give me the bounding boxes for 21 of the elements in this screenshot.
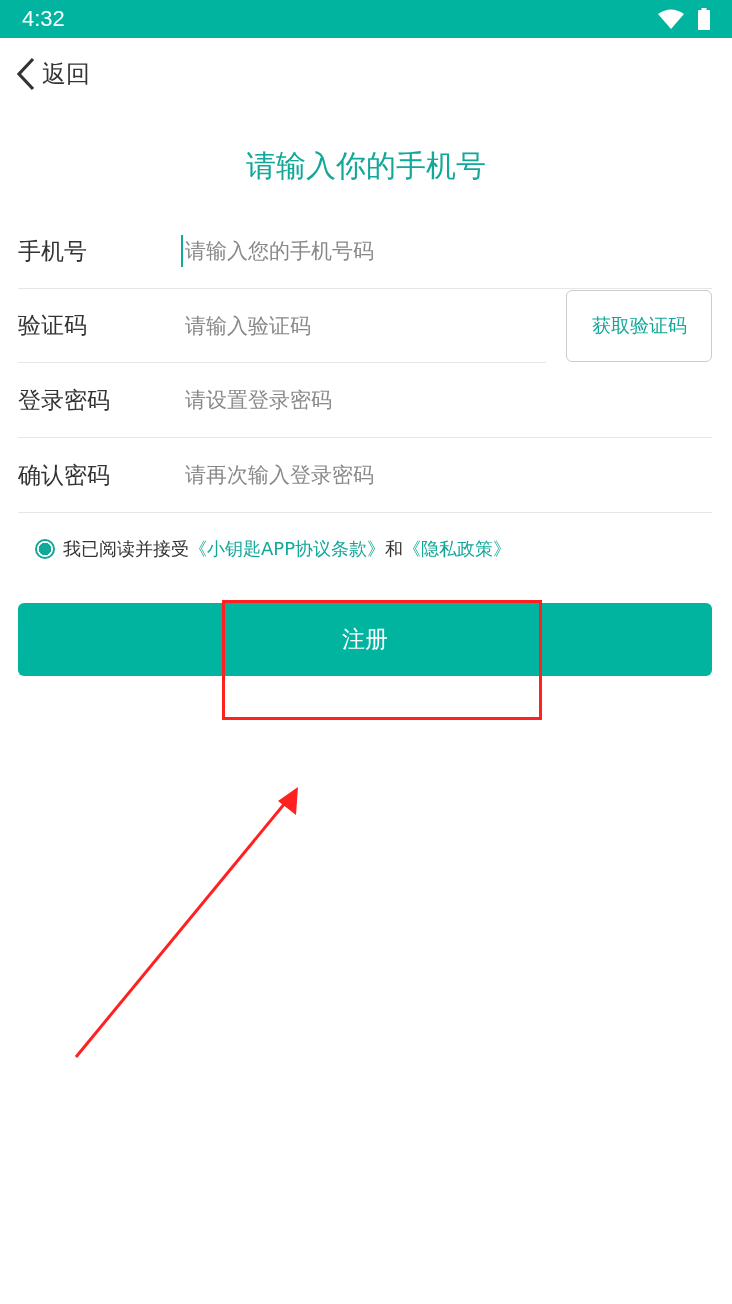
input-field[interactable]: 请输入您的手机号码 [181,235,712,267]
status-time: 4:32 [22,6,65,32]
field-label: 登录密码 [18,385,111,415]
agreement-text: 和 [385,537,404,561]
register-button[interactable]: 注册 [18,603,712,676]
wifi-icon [658,9,684,29]
input-field[interactable]: 请输入验证码 [181,309,546,342]
field-label: 验证码 [18,311,88,340]
field-label: 手机号 [18,236,88,266]
policy-link[interactable]: 《隐私政策》 [403,537,512,561]
back-button[interactable]: 返回 [16,57,90,91]
policy-link[interactable]: 《小钥匙APP协议条款》 [189,537,386,561]
agreement-text: 我已阅读并接受 [63,537,189,561]
get-code-button[interactable]: 获取验证码 [566,290,712,362]
battery-icon [698,8,710,30]
input-field[interactable]: 请设置登录密码 [181,384,712,416]
agree-checkbox[interactable] [35,539,55,559]
page-title: 请输入你的手机号 [245,147,487,185]
field-label: 确认密码 [18,460,111,490]
back-chevron-icon [16,57,36,91]
input-field[interactable]: 请再次输入登录密码 [181,459,712,491]
